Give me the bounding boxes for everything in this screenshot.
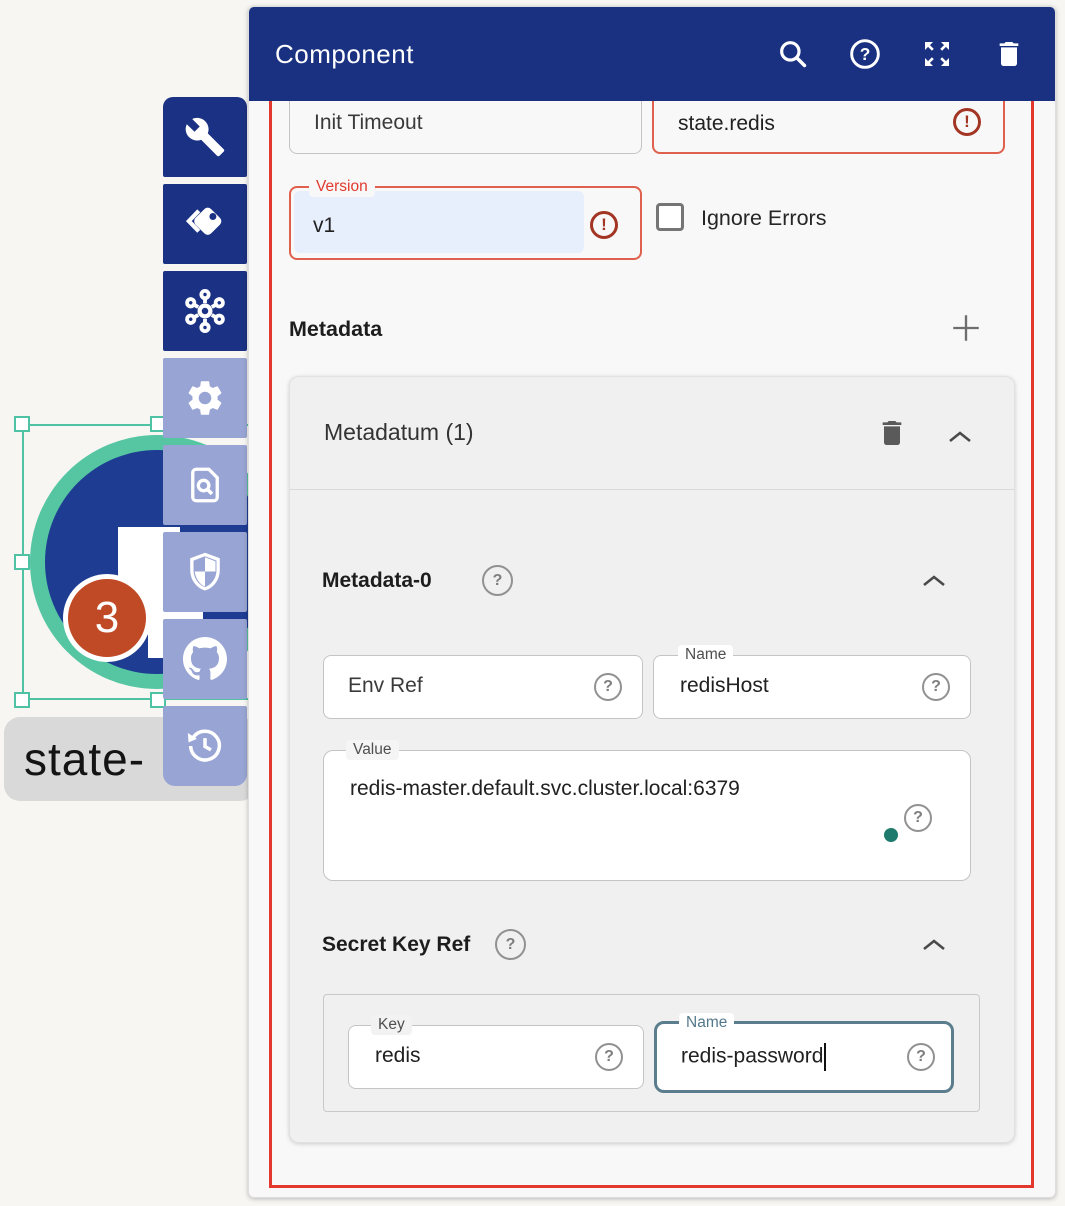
- version-label: Version: [309, 177, 375, 197]
- svg-text:?: ?: [860, 44, 871, 64]
- ignore-errors-label: Ignore Errors: [701, 204, 826, 232]
- toolbar-settings-button[interactable]: [163, 358, 247, 438]
- expand-icon[interactable]: [921, 38, 953, 70]
- collapse-entry-chevron[interactable]: [920, 573, 948, 589]
- error-count-badge: 3: [63, 574, 151, 662]
- help-icon[interactable]: [595, 1043, 623, 1071]
- value-label: Value: [346, 740, 399, 760]
- toolbar-config-button[interactable]: [163, 97, 247, 177]
- help-icon[interactable]: [922, 673, 950, 701]
- help-icon[interactable]: [482, 565, 513, 596]
- secret-key-ref-group: Key redis Name redis-password: [323, 994, 980, 1112]
- component-panel: Init Timeout state.redis Version v1 Igno…: [248, 6, 1056, 1198]
- key-label: Key: [371, 1015, 412, 1035]
- component-type-value: state.redis: [678, 112, 775, 136]
- version-value: v1: [313, 214, 335, 238]
- node-toolbar: [163, 97, 247, 793]
- help-icon[interactable]: [904, 804, 932, 832]
- trash-icon[interactable]: [993, 38, 1025, 70]
- error-icon: [590, 211, 618, 239]
- toolbar-security-button[interactable]: [163, 532, 247, 612]
- document-search-icon: [184, 464, 226, 506]
- value-text: redis-master.default.svc.cluster.local:6…: [350, 777, 740, 801]
- text-caret: [824, 1043, 826, 1071]
- app-canvas: 3 state-: [0, 0, 1065, 1206]
- hub-icon: [182, 288, 228, 334]
- metadata-name-field[interactable]: Name redisHost: [653, 655, 971, 719]
- resize-dot[interactable]: [884, 828, 898, 842]
- toolbar-inspect-button[interactable]: [163, 445, 247, 525]
- gear-icon: [184, 377, 226, 419]
- panel-title: Component: [275, 39, 737, 70]
- metadata-value-field[interactable]: Value redis-master.default.svc.cluster.l…: [323, 750, 971, 881]
- metadata-entry-heading: Metadata-0: [322, 569, 432, 593]
- divider: [290, 489, 1014, 490]
- search-icon[interactable]: [777, 38, 809, 70]
- panel-header: Component ?: [249, 7, 1055, 101]
- help-icon[interactable]: [907, 1043, 935, 1071]
- toolbar-relationships-button[interactable]: [163, 271, 247, 351]
- tag-icon: [183, 202, 227, 246]
- toolbar-labels-button[interactable]: [163, 184, 247, 264]
- toolbar-github-button[interactable]: [163, 619, 247, 699]
- metadatum-card: Metadatum (1) Metadata-0 Env Ref Name re…: [289, 376, 1015, 1143]
- ignore-errors-checkbox[interactable]: [656, 203, 684, 231]
- secret-key-field[interactable]: Key redis: [348, 1025, 644, 1089]
- delete-metadatum-button[interactable]: [876, 417, 908, 449]
- badge-count: 3: [95, 593, 119, 643]
- github-icon: [183, 637, 227, 681]
- metadata-heading: Metadata: [289, 317, 382, 342]
- collapse-metadatum-chevron[interactable]: [946, 429, 974, 445]
- shield-icon: [184, 551, 226, 593]
- error-icon: [953, 108, 981, 136]
- toolbar-history-button[interactable]: [163, 706, 247, 786]
- key-value: redis: [375, 1044, 421, 1068]
- env-ref-field[interactable]: Env Ref: [323, 655, 643, 719]
- selection-handle[interactable]: [14, 416, 30, 432]
- selection-handle[interactable]: [14, 554, 30, 570]
- collapse-secret-chevron[interactable]: [920, 937, 948, 953]
- secret-key-ref-heading: Secret Key Ref: [322, 933, 470, 957]
- version-field-fill: [294, 191, 584, 253]
- help-icon[interactable]: [495, 929, 526, 960]
- metadatum-title: Metadatum (1): [324, 419, 474, 446]
- help-icon[interactable]: [594, 673, 622, 701]
- name-label: Name: [678, 645, 733, 665]
- init-timeout-placeholder: Init Timeout: [314, 111, 423, 135]
- selection-handle[interactable]: [14, 692, 30, 708]
- secret-name-value: redis-password: [681, 1045, 823, 1068]
- wrench-icon: [184, 116, 226, 158]
- secret-name-field[interactable]: Name redis-password: [654, 1021, 954, 1093]
- add-metadata-button[interactable]: [949, 311, 983, 345]
- secret-name-label: Name: [679, 1013, 734, 1033]
- history-icon: [184, 725, 226, 767]
- env-ref-placeholder: Env Ref: [348, 674, 423, 698]
- version-field[interactable]: Version v1: [289, 186, 642, 260]
- help-icon[interactable]: ?: [849, 38, 881, 70]
- name-value: redisHost: [680, 674, 769, 698]
